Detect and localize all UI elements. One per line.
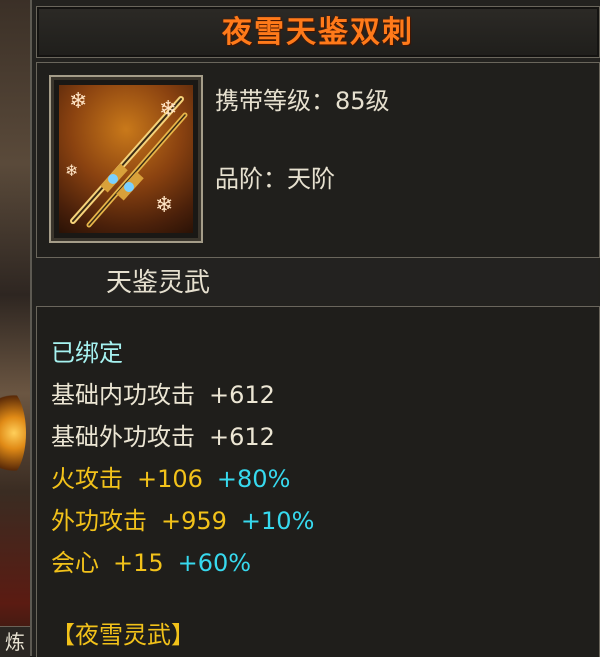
snowflake-icon: ❄: [65, 161, 79, 180]
colon: ：: [263, 165, 287, 193]
stat-row: 火攻击 +106 +80%: [51, 459, 290, 494]
carry-level-label: 携带等级: [215, 87, 311, 115]
stat-name: 基础内功攻击: [51, 381, 195, 409]
stat-row: 会心 +15 +60%: [51, 543, 251, 578]
carry-level-value: 85级: [335, 87, 390, 115]
set-name-line: 【夜雪灵武】: [51, 615, 195, 650]
side-button-label[interactable]: 炼: [0, 626, 30, 657]
stat-value: +612: [209, 381, 275, 409]
item-title: 夜雪天鉴双刺: [222, 15, 414, 50]
stat-value: +612: [209, 423, 275, 451]
stat-name: 基础外功攻击: [51, 423, 195, 451]
stats-box: 已绑定 基础内功攻击 +612 基础外功攻击 +612 火攻击 +106 +80% 外功…: [36, 306, 600, 657]
stat-name: 火攻击: [51, 465, 123, 493]
stat-bonus: +60%: [177, 549, 252, 577]
title-bar: 夜雪天鉴双刺: [36, 6, 600, 58]
stat-row: 基础外功攻击 +612: [51, 417, 275, 452]
bound-status: 已绑定: [51, 339, 123, 367]
bracket-open: 【: [51, 621, 75, 649]
stat-bonus: +10%: [240, 507, 315, 535]
stat-value: +106: [137, 465, 203, 493]
item-icon-frame[interactable]: ❄ ❄ ❄ ❄: [49, 75, 203, 243]
twin-daggers-snowflake-icon: ❄ ❄ ❄ ❄: [59, 85, 193, 233]
carry-level-line: 携带等级：85级: [215, 81, 390, 116]
stat-name: 外功攻击: [51, 507, 147, 535]
item-info-box: ❄ ❄ ❄ ❄ 携带等级：85级 品阶：天阶: [36, 62, 600, 258]
stat-value: +959: [161, 507, 227, 535]
game-scene-background: 炼: [0, 0, 30, 657]
grade-value: 天阶: [287, 165, 335, 193]
snowflake-icon: ❄: [155, 193, 174, 218]
stat-row: 外功攻击 +959 +10%: [51, 501, 314, 536]
grade-label: 品阶: [215, 165, 263, 193]
stat-row: 基础内功攻击 +612: [51, 375, 275, 410]
set-name: 夜雪灵武: [75, 621, 171, 649]
stat-value: +15: [113, 549, 164, 577]
snowflake-icon: ❄: [159, 97, 178, 122]
set-category: 天鉴灵武: [106, 268, 211, 298]
snowflake-icon: ❄: [69, 89, 88, 114]
glowing-orb-icon: [0, 388, 26, 478]
colon: ：: [311, 87, 335, 115]
stat-bonus: +80%: [216, 465, 291, 493]
bracket-close: 】: [171, 621, 195, 649]
grade-line: 品阶：天阶: [215, 159, 335, 194]
stat-name: 会心: [51, 549, 99, 577]
item-tooltip: 夜雪天鉴双刺 ❄ ❄ ❄ ❄ 携带等级：85级 品阶：天阶 天鉴灵武 已绑定 基…: [30, 0, 600, 657]
set-category-bar: 天鉴灵武: [36, 258, 598, 300]
